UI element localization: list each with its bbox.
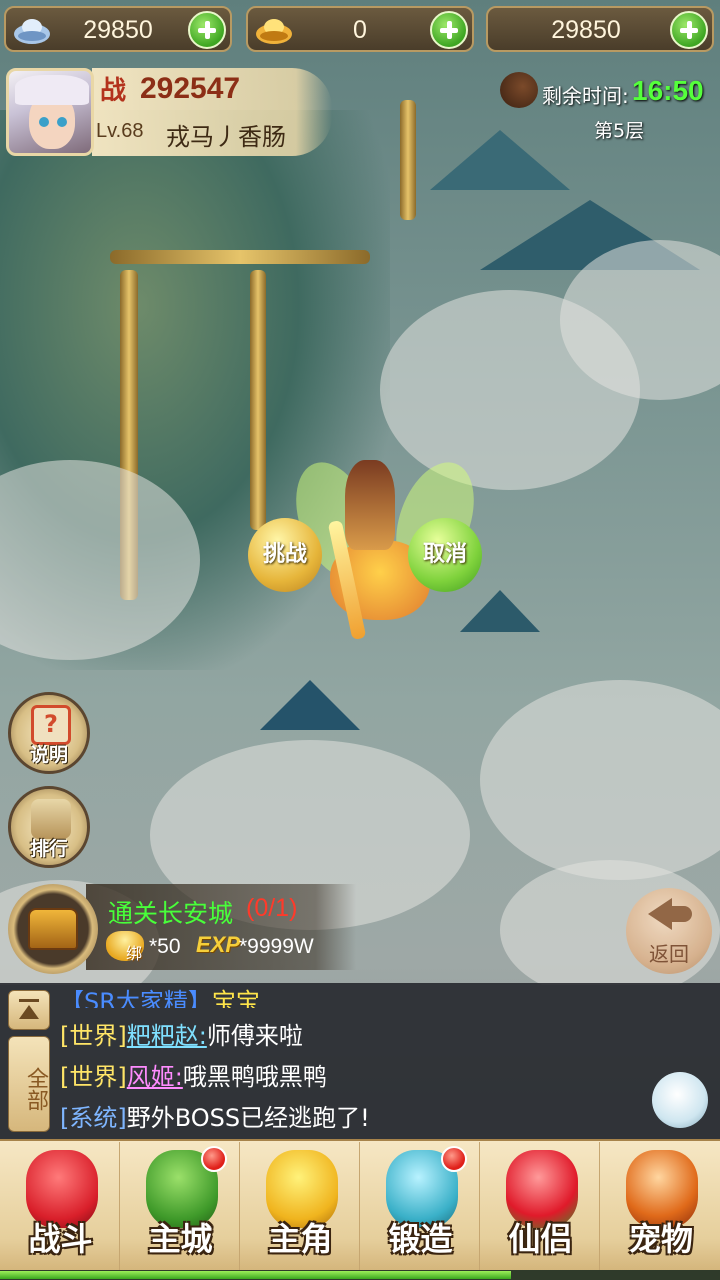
avatar-hat [15, 75, 89, 105]
floor-label: 第5层 [594, 120, 645, 142]
silver-ingot-icon [12, 14, 52, 46]
chat-channel-tag: [系统] [60, 1104, 127, 1132]
player-name: 戎马丿香肠 [166, 123, 286, 151]
back-arrow-tail [668, 906, 692, 922]
exp-icon: EXP [196, 932, 241, 957]
chat-guild-tag: 【SR大家精】 [60, 988, 212, 1008]
chat-channel-button[interactable]: 全部 [8, 1036, 50, 1132]
silver-currency-bar: 29850 [4, 6, 232, 52]
nav-label: 主城 [148, 1220, 213, 1258]
experience-bar-fill [0, 1271, 511, 1279]
player-level: Lv.68 [96, 120, 144, 142]
pagoda-roof [260, 680, 360, 730]
pagoda-roof [430, 130, 570, 190]
add-gold-button[interactable] [430, 11, 468, 49]
golden-pillar [400, 100, 416, 220]
chat-message: [世界]粑粑赵:师傅来啦 [60, 1016, 303, 1051]
treasure-chest-icon [28, 908, 78, 950]
notification-badge [201, 1146, 227, 1172]
nav-label: 锻造 [388, 1220, 453, 1258]
chat-sender[interactable]: 风姬: [127, 1063, 183, 1091]
notification-badge [441, 1146, 467, 1172]
reward-gold-amount: *50 [149, 935, 181, 958]
nav-label: 宠物 [628, 1220, 693, 1258]
question-scroll-icon [31, 705, 71, 745]
emoji-button[interactable] [652, 1072, 708, 1128]
nav-item-hero[interactable]: 主角 [242, 1142, 360, 1270]
golden-beam [110, 250, 370, 264]
gold-currency-bar: 0 [246, 6, 474, 52]
chat-channel-tag: [世界] [60, 1022, 127, 1050]
nav-item-pet[interactable]: 宠物 [602, 1142, 720, 1270]
bound-amount: 29850 [551, 16, 621, 44]
nav-label: 战斗 [28, 1220, 93, 1258]
silver-amount: 29850 [83, 16, 153, 44]
quest-progress: (0/1) [246, 894, 298, 922]
hero-figure [345, 460, 395, 550]
gold-ingot-icon [254, 14, 294, 46]
ranking-button[interactable]: 排行 [8, 786, 90, 868]
add-silver-button[interactable] [188, 11, 226, 49]
golden-pillar [250, 270, 266, 530]
cancel-button[interactable]: 取消 [408, 518, 482, 592]
chat-message: [世界]风姬:哦黑鸭哦黑鸭 [60, 1057, 327, 1092]
nav-label: 仙侣 [508, 1220, 573, 1258]
remaining-time-label: 剩余时间: [542, 84, 629, 108]
chat-text: 哦黑鸭哦黑鸭 [182, 1063, 327, 1091]
gold-amount: 0 [353, 16, 367, 44]
chat-text: 师傅来啦 [206, 1022, 303, 1050]
chat-channel-tag: [世界] [60, 1063, 127, 1091]
add-bound-currency-button[interactable] [670, 11, 708, 49]
timer-icon [500, 72, 538, 108]
avatar-eye [39, 117, 49, 127]
nav-item-companion[interactable]: 仙侣 [482, 1142, 600, 1270]
avatar-eye [57, 117, 67, 127]
nav-label: 主角 [268, 1220, 333, 1258]
chat-message: 【SR大家精】宝宝 [60, 982, 260, 1008]
reward-exp-amount: *9999W [239, 935, 314, 958]
nav-item-forge[interactable]: 锻造 [362, 1142, 480, 1270]
chat-sender[interactable]: 粑粑赵: [127, 1022, 207, 1050]
ranking-label: 排行 [29, 838, 68, 860]
bound-tag: 绑 [126, 944, 143, 963]
remaining-time-value: 16:50 [632, 75, 704, 106]
reward-chest-button[interactable] [8, 884, 98, 974]
nav-item-city[interactable]: 主城 [122, 1142, 240, 1270]
quest-title: 通关长安城 [108, 899, 234, 928]
nav-item-battle[interactable]: 战斗 [2, 1142, 120, 1270]
cloud [480, 680, 720, 880]
battle-power-value: 292547 [140, 72, 241, 105]
battle-power-icon: 战 [100, 76, 127, 106]
help-button[interactable]: 说明 [8, 692, 90, 774]
bound-currency-bar: 29850 [486, 6, 714, 52]
help-label: 说明 [29, 744, 68, 766]
challenge-button[interactable]: 挑战 [248, 518, 322, 592]
chat-collapse-button[interactable] [8, 990, 50, 1030]
back-label: 返回 [649, 942, 689, 966]
chat-message: [系统]野外BOSS已经逃跑了! [60, 1098, 370, 1133]
player-avatar[interactable] [6, 68, 94, 156]
chat-text: 野外BOSS已经逃跑了! [126, 1104, 370, 1132]
chat-sender[interactable]: 宝宝 [212, 988, 260, 1008]
pagoda-roof [460, 590, 540, 632]
scroll-icon [31, 799, 71, 839]
back-button[interactable]: 返回 [626, 888, 712, 974]
